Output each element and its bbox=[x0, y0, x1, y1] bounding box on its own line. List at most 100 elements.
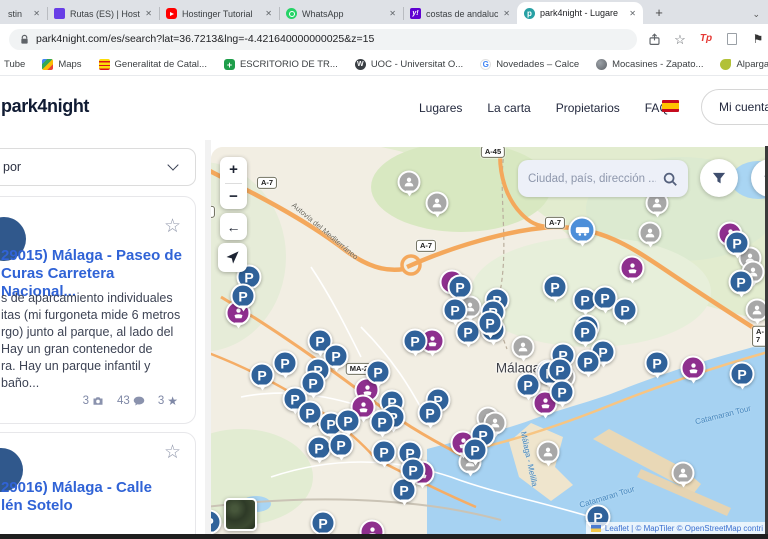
tab-label: WhatsApp bbox=[302, 8, 344, 19]
service-area-marker[interactable] bbox=[680, 355, 706, 381]
parking-marker[interactable]: P bbox=[371, 439, 397, 465]
satellite-layer-toggle[interactable] bbox=[224, 498, 257, 531]
parking-marker[interactable]: P bbox=[249, 362, 275, 388]
nav-la-carta[interactable]: La carta bbox=[487, 101, 530, 115]
tab-park4night-active[interactable]: p park4night - Lugare ✕ bbox=[517, 2, 643, 24]
favorite-star-icon[interactable]: ☆ bbox=[164, 215, 181, 238]
zoom-in-button[interactable]: + bbox=[220, 157, 247, 183]
user-spot-marker[interactable] bbox=[536, 440, 560, 464]
parking-marker[interactable]: P bbox=[365, 359, 391, 385]
user-spot-marker[interactable] bbox=[511, 335, 535, 359]
site-header: park4night Lugares La carta Propietarios… bbox=[0, 76, 768, 140]
tab-hostinger-tutorial[interactable]: Hostinger Tutorial ✕ bbox=[159, 3, 279, 24]
parking-marker[interactable]: P bbox=[402, 328, 428, 354]
parking-marker[interactable]: P bbox=[462, 437, 488, 463]
parking-marker[interactable]: P bbox=[728, 269, 754, 295]
parking-marker[interactable]: P bbox=[477, 310, 503, 336]
url-bar[interactable]: park4night.com/es/search?lat=36.7213&lng… bbox=[9, 28, 637, 50]
bookmark-uoc[interactable]: W UOC - Universitat O... bbox=[354, 59, 463, 70]
tab-close-icon[interactable]: ✕ bbox=[265, 9, 272, 18]
tab-close-icon[interactable]: ✕ bbox=[503, 9, 510, 18]
tab-label: park4night - Lugare bbox=[540, 8, 619, 18]
bookmark-novedades[interactable]: G Novedades – Calce bbox=[480, 59, 579, 70]
user-spot-marker[interactable] bbox=[638, 221, 662, 245]
comment-icon bbox=[133, 396, 145, 406]
parking-marker[interactable]: P bbox=[211, 509, 222, 535]
map-canvas[interactable]: A-45A-7A-7A-7A-7A-7MA-2025 MálagaAutovía… bbox=[211, 147, 768, 539]
tab-close-icon[interactable]: ✕ bbox=[33, 9, 40, 18]
parking-marker[interactable]: P bbox=[442, 297, 468, 323]
parking-marker[interactable]: P bbox=[575, 349, 601, 375]
tab-close-icon[interactable]: ✕ bbox=[389, 9, 396, 18]
bookmark-escritorio[interactable]: + ESCRITORIO DE TR... bbox=[223, 59, 338, 70]
parking-marker[interactable]: P bbox=[515, 372, 541, 398]
parking-marker[interactable]: P bbox=[724, 230, 750, 256]
filter-funnel-icon bbox=[712, 172, 726, 183]
back-button[interactable]: ← bbox=[220, 213, 247, 240]
park4night-logo[interactable]: park4night bbox=[1, 96, 89, 117]
camper-area-marker[interactable] bbox=[568, 216, 596, 244]
bookmark-maps[interactable]: Maps bbox=[42, 59, 82, 70]
locate-button[interactable] bbox=[218, 243, 247, 272]
spain-flag-icon[interactable] bbox=[662, 100, 679, 112]
place-title[interactable]: 29016) Málaga - Calle lén Sotelo bbox=[1, 479, 185, 515]
filter-button[interactable] bbox=[700, 159, 738, 197]
user-spot-marker[interactable] bbox=[671, 461, 695, 485]
zoom-out-button[interactable]: − bbox=[220, 184, 247, 210]
document-extension-icon[interactable] bbox=[723, 33, 741, 45]
tab-close-icon[interactable]: ✕ bbox=[145, 9, 152, 18]
parking-marker[interactable]: P bbox=[328, 432, 354, 458]
camera-icon bbox=[93, 397, 103, 405]
bookmark-star-icon[interactable]: ☆ bbox=[671, 33, 689, 46]
parking-marker[interactable]: P bbox=[417, 400, 443, 426]
parking-marker[interactable]: P bbox=[644, 350, 670, 376]
parking-marker[interactable]: P bbox=[272, 350, 298, 376]
parking-marker[interactable]: P bbox=[549, 379, 575, 405]
tab-partial[interactable]: stin ✕ bbox=[1, 3, 47, 24]
service-area-marker[interactable] bbox=[619, 255, 645, 281]
tab-costas[interactable]: y! costas de andalucia ✕ bbox=[403, 3, 517, 24]
parking-marker[interactable]: P bbox=[310, 510, 336, 536]
nav-propietarios[interactable]: Propietarios bbox=[556, 101, 620, 115]
map-markers-layer: PPPPPPPPPPPPPPPPPPPPPPPPPPPPPPPPPPPPPPPP… bbox=[211, 147, 768, 539]
sort-dropdown[interactable]: por bbox=[0, 148, 196, 186]
user-spot-marker[interactable] bbox=[397, 170, 421, 194]
parking-marker[interactable]: P bbox=[447, 274, 473, 300]
parking-marker[interactable]: P bbox=[612, 297, 638, 323]
parking-marker[interactable]: P bbox=[369, 409, 395, 435]
yahoo-favicon: y! bbox=[410, 8, 421, 19]
tab-label: Hostinger Tutorial bbox=[182, 8, 253, 19]
tab-list-chevron-icon[interactable]: ⌄ bbox=[752, 9, 760, 20]
parking-marker[interactable]: P bbox=[729, 361, 755, 387]
tp-extension-icon[interactable]: Tp bbox=[697, 34, 715, 44]
tab-close-icon[interactable]: ✕ bbox=[629, 9, 636, 18]
bookmark-mocasines[interactable]: Mocasines - Zapato... bbox=[596, 59, 703, 70]
place-stats: 3 43 3 ★ bbox=[83, 394, 178, 408]
parking-marker[interactable]: P bbox=[335, 408, 361, 434]
tab-rutas[interactable]: Rutas (ES) | Hosting ✕ bbox=[47, 3, 159, 24]
parking-marker[interactable]: P bbox=[400, 457, 426, 483]
account-button[interactable]: Mi cuenta bbox=[701, 89, 768, 125]
favorite-star-icon[interactable]: ☆ bbox=[164, 441, 181, 464]
attribution-text[interactable]: Leaflet | © MapTiler © OpenStreetMap con… bbox=[605, 524, 763, 533]
new-tab-button[interactable]: + bbox=[649, 2, 669, 22]
senyera-icon bbox=[98, 59, 110, 70]
share-icon[interactable] bbox=[645, 32, 663, 46]
parking-marker[interactable]: P bbox=[230, 283, 256, 309]
bookmark-generalitat[interactable]: Generalitat de Catal... bbox=[98, 59, 207, 70]
tab-whatsapp[interactable]: WhatsApp ✕ bbox=[279, 3, 403, 24]
parking-marker[interactable]: P bbox=[542, 274, 568, 300]
bookmark-youtube[interactable]: Tube bbox=[4, 59, 25, 70]
parking-marker[interactable]: P bbox=[306, 435, 332, 461]
comments-count: 43 bbox=[117, 395, 145, 407]
bookmark-alpargatas[interactable]: Alpargatas de muje... bbox=[720, 59, 768, 70]
place-card[interactable]: ☆ 29015) Málaga - Paseo de Curas Carrete… bbox=[0, 196, 196, 424]
parking-marker[interactable]: P bbox=[572, 319, 598, 345]
map-search-input[interactable]: Ciudad, país, dirección ... bbox=[518, 160, 688, 197]
user-spot-marker[interactable] bbox=[425, 191, 449, 215]
nav-lugares[interactable]: Lugares bbox=[419, 101, 462, 115]
zoom-control: + − bbox=[220, 157, 247, 209]
pin-extension-icon[interactable]: ⚑ bbox=[749, 33, 767, 45]
site-nav: Lugares La carta Propietarios FAQ bbox=[419, 101, 669, 115]
place-card[interactable]: ☆ 29016) Málaga - Calle lén Sotelo bbox=[0, 432, 196, 539]
